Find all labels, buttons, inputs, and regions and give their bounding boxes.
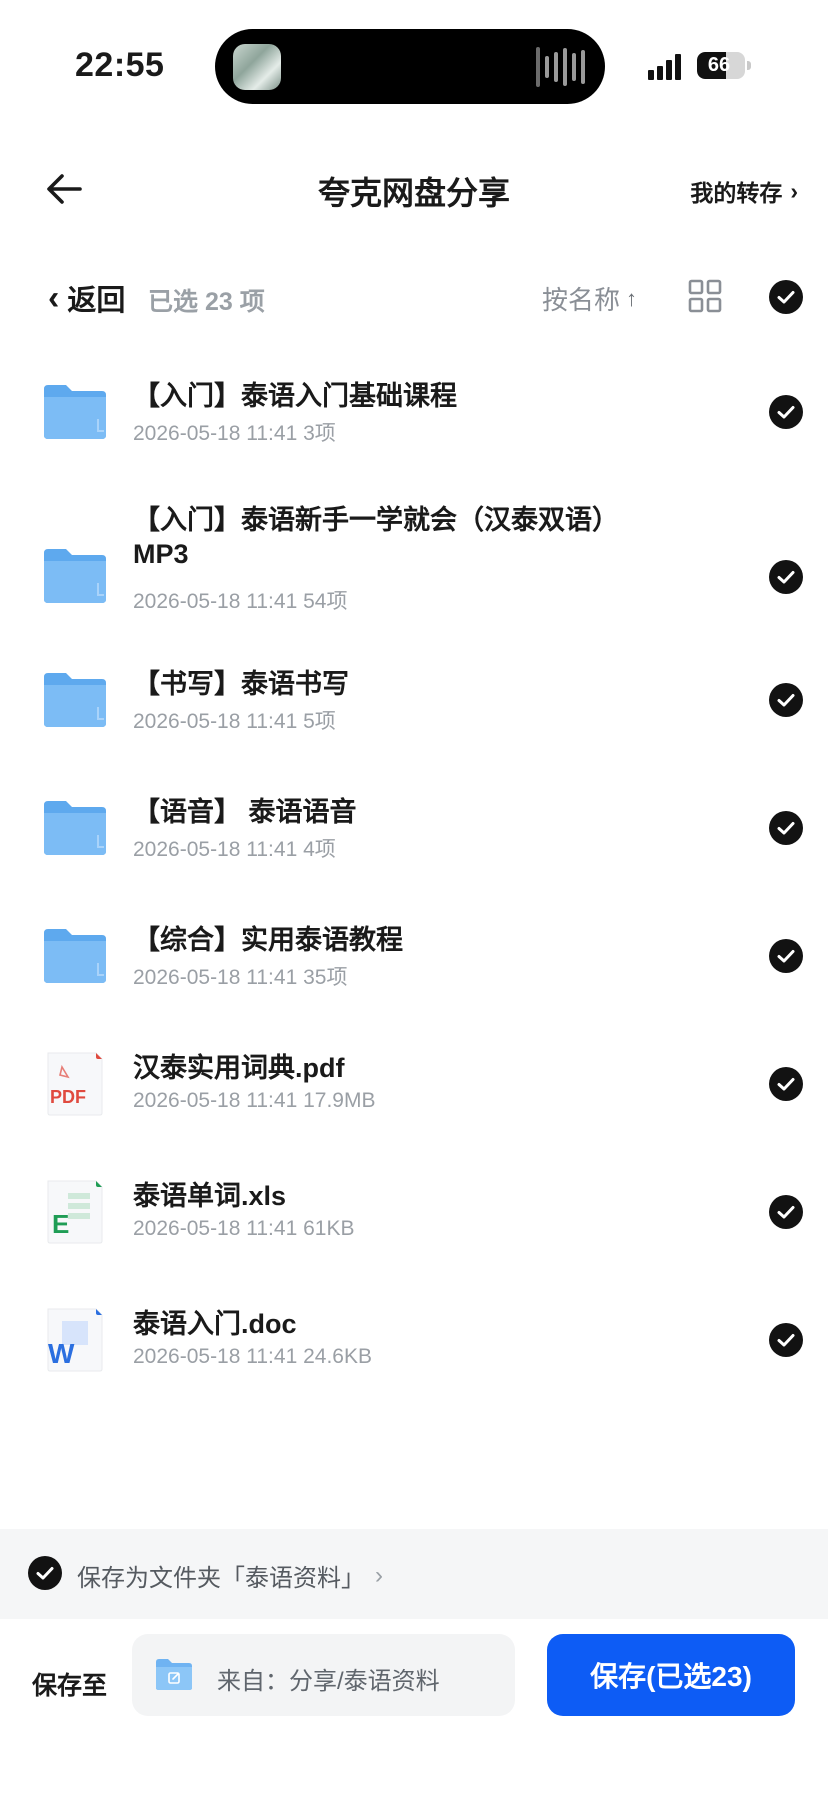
save-as-folder-label: 保存为文件夹「泰语资料」 xyxy=(77,1565,365,1592)
file-size: 17.9MB xyxy=(303,1089,376,1112)
file-name: 【语音】 泰语语音 xyxy=(133,797,357,827)
file-name: 泰语单词.xls xyxy=(133,1181,287,1211)
file-checkbox[interactable] xyxy=(769,1067,803,1101)
save-to-label: 保存至 xyxy=(32,1672,108,1700)
file-date: 2026-05-18 11:41 xyxy=(133,422,298,445)
file-size: 35项 xyxy=(303,966,348,989)
selection-toolbar: ‹ 返回 已选 23 项 按名称 ↑ xyxy=(0,265,828,329)
folder-icon xyxy=(42,379,108,445)
file-date: 2026-05-18 11:41 xyxy=(133,1345,298,1368)
audio-waveform-icon xyxy=(536,45,585,89)
file-name: 汉泰实用词典.pdf xyxy=(133,1053,345,1083)
sort-by-name-button[interactable]: 按名称 ↑ xyxy=(542,280,637,317)
file-date: 2026-05-18 11:41 xyxy=(133,590,298,613)
file-checkbox[interactable] xyxy=(769,1195,803,1229)
sort-label: 按名称 xyxy=(542,285,621,315)
folder-icon xyxy=(42,795,108,861)
nav-bar: 夸克网盘分享 我的转存 › xyxy=(0,150,828,230)
file-date: 2026-05-18 11:41 xyxy=(133,1089,298,1112)
file-checkbox[interactable] xyxy=(769,939,803,973)
pdf-file-icon: PDF xyxy=(42,1051,108,1117)
file-name: 【书写】泰语书写 xyxy=(133,669,349,699)
file-size: 61KB xyxy=(303,1217,355,1240)
now-playing-artwork xyxy=(233,44,281,90)
file-checkbox[interactable] xyxy=(769,1323,803,1357)
file-meta: 2026-05-18 11:41 17.9MB xyxy=(133,1089,375,1113)
status-time: 22:55 xyxy=(75,46,165,84)
file-size: 24.6KB xyxy=(303,1345,372,1368)
svg-text:E: E xyxy=(52,1209,69,1239)
file-row[interactable]: W 泰语入门.doc 2026-05-18 11:41 24.6KB xyxy=(0,1293,828,1421)
status-bar: 22:55 66 xyxy=(0,0,828,130)
chevron-right-icon: › xyxy=(790,177,798,204)
battery-cap xyxy=(747,61,751,70)
file-row[interactable]: E 泰语单词.xls 2026-05-18 11:41 61KB xyxy=(0,1165,828,1293)
folder-icon xyxy=(42,667,108,733)
file-row[interactable]: 【综合】实用泰语教程 2026-05-18 11:41 35项 xyxy=(0,909,828,1037)
cellular-signal-icon xyxy=(648,52,681,80)
file-row[interactable]: 【语音】 泰语语音 2026-05-18 11:41 4项 xyxy=(0,781,828,909)
file-meta: 2026-05-18 11:41 4项 xyxy=(133,833,336,863)
file-size: 4项 xyxy=(303,838,336,861)
file-meta: 2026-05-18 11:41 61KB xyxy=(133,1217,354,1241)
file-date: 2026-05-18 11:41 xyxy=(133,966,298,989)
file-name: 【入门】泰语新手一学就会（汉泰双语）MP3 xyxy=(133,505,619,569)
file-list: 【入门】泰语入门基础课程 2026-05-18 11:41 3项【入门】泰语新手一… xyxy=(0,365,828,1421)
sort-ascending-icon: ↑ xyxy=(626,285,638,311)
selected-count: 已选 23 项 xyxy=(148,288,265,316)
file-row[interactable]: 【书写】泰语书写 2026-05-18 11:41 5项 xyxy=(0,653,828,781)
file-name: 【入门】泰语入门基础课程 xyxy=(133,381,457,411)
file-meta: 2026-05-18 11:41 3项 xyxy=(133,417,336,447)
destination-folder-icon xyxy=(154,1656,194,1692)
dynamic-island[interactable] xyxy=(215,29,605,104)
chevron-right-icon: › xyxy=(375,1561,383,1589)
return-label: 返回 xyxy=(67,285,126,317)
file-size: 5项 xyxy=(303,710,336,733)
file-size: 3项 xyxy=(303,422,336,445)
file-checkbox[interactable] xyxy=(769,811,803,845)
grid-view-icon[interactable] xyxy=(688,279,722,313)
battery-icon: 66 xyxy=(697,52,745,79)
file-checkbox[interactable] xyxy=(769,683,803,717)
svg-text:W: W xyxy=(48,1338,75,1369)
destination-path: 来自：分享/泰语资料 xyxy=(217,1668,440,1695)
file-meta: 2026-05-18 11:41 5项 xyxy=(133,705,336,735)
folder-icon xyxy=(42,923,108,989)
file-date: 2026-05-18 11:41 xyxy=(133,1217,298,1240)
doc-file-icon: W xyxy=(42,1307,108,1373)
file-meta: 2026-05-18 11:41 54项 xyxy=(133,585,347,615)
save-button[interactable]: 保存(已选23) xyxy=(547,1634,795,1716)
destination-picker[interactable]: 来自：分享/泰语资料 xyxy=(132,1634,515,1716)
my-transfers-link[interactable]: 我的转存 › xyxy=(690,174,798,208)
file-row[interactable]: PDF 汉泰实用词典.pdf 2026-05-18 11:41 17.9MB xyxy=(0,1037,828,1165)
file-checkbox[interactable] xyxy=(769,560,803,594)
file-name: 【综合】实用泰语教程 xyxy=(133,925,403,955)
return-button[interactable]: ‹ 返回 xyxy=(48,277,125,319)
file-size: 54项 xyxy=(303,590,348,613)
save-as-folder-text[interactable]: 保存为文件夹「泰语资料」 › xyxy=(77,1558,383,1593)
xls-file-icon: E xyxy=(42,1179,108,1245)
folder-icon xyxy=(42,543,108,609)
file-meta: 2026-05-18 11:41 35项 xyxy=(133,961,347,991)
my-transfers-label: 我的转存 xyxy=(690,180,783,206)
file-name: 泰语入门.doc xyxy=(133,1309,297,1339)
file-row[interactable]: 【入门】泰语新手一学就会（汉泰双语）MP3 2026-05-18 11:41 54… xyxy=(0,493,828,653)
select-all-checkbox[interactable] xyxy=(769,280,803,314)
file-meta: 2026-05-18 11:41 24.6KB xyxy=(133,1345,372,1369)
svg-text:PDF: PDF xyxy=(50,1087,86,1107)
save-bar: 保存至 来自：分享/泰语资料 保存(已选23) xyxy=(0,1619,828,1749)
file-date: 2026-05-18 11:41 xyxy=(133,838,298,861)
file-checkbox[interactable] xyxy=(769,395,803,429)
save-as-folder-option[interactable]: 保存为文件夹「泰语资料」 › xyxy=(0,1529,828,1619)
chevron-left-icon: ‹ xyxy=(48,279,60,317)
file-row[interactable]: 【入门】泰语入门基础课程 2026-05-18 11:41 3项 xyxy=(0,365,828,493)
battery-percent: 66 xyxy=(707,54,731,76)
file-date: 2026-05-18 11:41 xyxy=(133,710,298,733)
save-as-folder-checkbox[interactable] xyxy=(28,1556,62,1590)
